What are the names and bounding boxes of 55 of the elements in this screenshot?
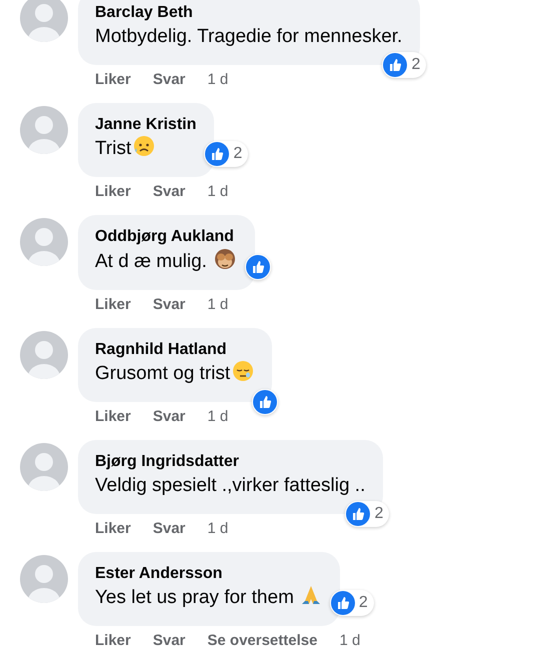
reaction-count: 2 — [411, 55, 420, 75]
action-link[interactable]: Liker — [95, 406, 131, 428]
comment-text: At d æ mulig. — [95, 251, 207, 272]
author-name[interactable]: Ester Andersson — [95, 564, 322, 584]
action-link[interactable]: Liker — [95, 68, 131, 92]
action-link[interactable]: Svar — [152, 180, 186, 204]
reaction-badge[interactable] — [252, 389, 278, 415]
avatar[interactable] — [20, 218, 68, 266]
reaction-badge[interactable]: 2 — [330, 590, 374, 616]
reaction-badge[interactable]: 2 — [204, 141, 248, 167]
action-link[interactable]: Liker — [95, 518, 131, 540]
author-name[interactable]: Bjørg Ingridsdatter — [95, 452, 366, 472]
avatar[interactable] — [20, 106, 68, 154]
timestamp[interactable]: 1 d — [207, 406, 228, 428]
like-icon — [246, 255, 270, 279]
timestamp[interactable]: 1 d — [207, 180, 228, 204]
like-icon — [346, 502, 370, 526]
comment-text: Yes let us pray for them — [95, 587, 294, 608]
comment-text: Trist — [95, 138, 132, 159]
reaction-badge[interactable]: 2 — [345, 501, 390, 527]
action-link[interactable]: Liker — [95, 294, 131, 316]
avatar[interactable] — [20, 0, 68, 42]
reaction-badge[interactable]: 2 — [382, 52, 426, 78]
action-link[interactable]: Se oversettelse — [207, 630, 318, 652]
timestamp[interactable]: 1 d — [207, 294, 228, 316]
sleepy-face-icon — [232, 360, 254, 382]
monkey-icon — [212, 247, 237, 271]
timestamp[interactable]: 1 d — [207, 68, 228, 92]
author-name[interactable]: Barclay Beth — [95, 3, 402, 23]
comment-text: Veldig spesielt .,virker fatteslig .. — [95, 475, 366, 496]
reaction-count: 2 — [358, 593, 368, 613]
action-link[interactable]: Svar — [152, 406, 186, 428]
author-name[interactable]: Oddbjørg Aukland — [95, 227, 237, 247]
like-icon — [253, 390, 278, 414]
avatar[interactable] — [20, 443, 68, 491]
avatar[interactable] — [20, 555, 68, 603]
comment-text: Grusomt og trist — [95, 363, 230, 384]
author-name[interactable]: Janne Kristin — [95, 115, 196, 135]
like-icon — [205, 142, 230, 166]
reaction-count: 2 — [374, 504, 384, 524]
like-icon — [330, 591, 355, 615]
action-link[interactable]: Liker — [95, 180, 131, 204]
reaction-count: 2 — [233, 144, 242, 164]
comment-text: Motbydelig. Tragedie for mennesker. — [95, 26, 402, 47]
action-link[interactable]: Svar — [152, 630, 186, 652]
like-icon — [383, 53, 408, 77]
action-link[interactable]: Svar — [152, 294, 186, 316]
timestamp[interactable]: 1 d — [207, 518, 228, 540]
timestamp[interactable]: 1 d — [339, 630, 360, 652]
avatar[interactable] — [20, 331, 68, 379]
action-link[interactable]: Liker — [95, 630, 131, 652]
sad-face-icon — [133, 135, 156, 157]
action-link[interactable]: Svar — [152, 518, 186, 540]
action-link[interactable]: Svar — [152, 68, 186, 92]
author-name[interactable]: Ragnhild Hatland — [95, 340, 254, 360]
